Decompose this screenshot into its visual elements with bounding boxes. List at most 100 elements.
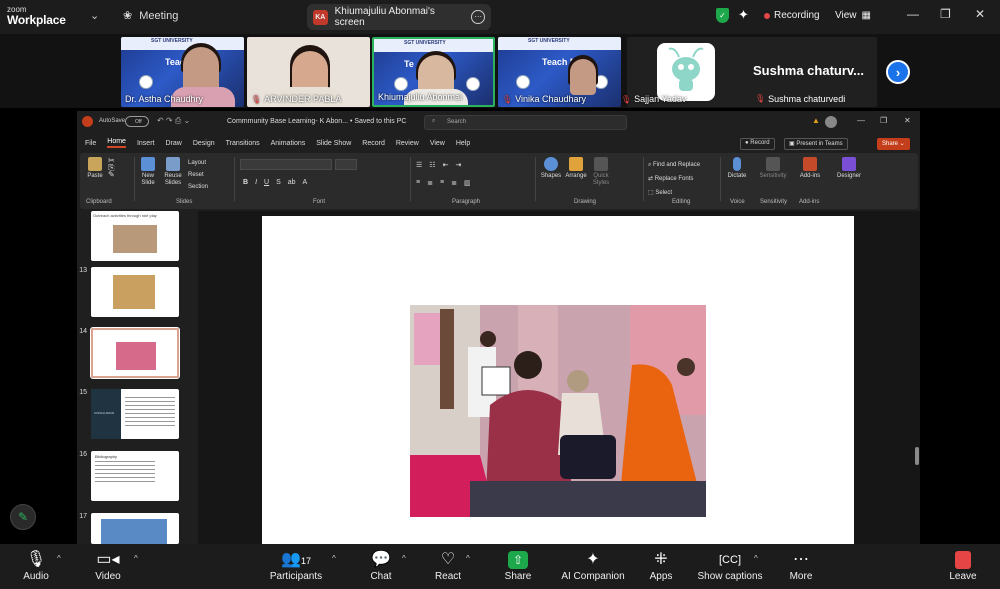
- participant-tile[interactable]: 🎙 ARVINDER PABLA: [247, 37, 370, 107]
- share-screen-button[interactable]: ⇧ Share: [502, 549, 534, 582]
- leave-door-icon: [955, 551, 971, 569]
- font-size-input[interactable]: [335, 159, 357, 170]
- align-buttons[interactable]: ≡ ≣ ≡ ≣ ▥: [416, 179, 471, 187]
- apps-button[interactable]: ⁜ Apps: [648, 549, 674, 582]
- slide-thumbnail[interactable]: CONCLUSION: [91, 389, 179, 439]
- tab-view[interactable]: View: [430, 140, 445, 147]
- slide-thumbnail-pane: Outreach activities through role play 13…: [77, 211, 197, 544]
- ppt-share-button[interactable]: Share ⌄: [877, 138, 910, 150]
- next-participants-button[interactable]: ›: [886, 60, 910, 84]
- video-button[interactable]: ▭◂ Video: [92, 549, 124, 582]
- participant-tile[interactable]: SGT UNIVERSITY Teach Dr. Astha Chaudhry: [121, 37, 244, 107]
- heart-icon: ♡: [440, 551, 456, 568]
- tab-review[interactable]: Review: [396, 140, 419, 147]
- ai-sparkle-icon: ✦: [586, 551, 600, 568]
- warning-icon[interactable]: ▲: [812, 116, 820, 125]
- participants-chevron-icon[interactable]: ^: [332, 554, 336, 563]
- restore-icon[interactable]: ❐: [940, 7, 951, 21]
- list-buttons[interactable]: ☰ ☷ ⇤ ⇥: [416, 161, 461, 169]
- close-icon[interactable]: ✕: [904, 116, 911, 125]
- microphone-icon: 🎙: [25, 551, 47, 568]
- record-button[interactable]: ● Record: [740, 138, 775, 150]
- meeting-menu[interactable]: ❀ Meeting: [123, 9, 178, 23]
- participant-tile-active[interactable]: SGT UNIVERSITY Te Khiumajuliu Abonmai: [372, 37, 495, 107]
- replace-fonts-button[interactable]: ⇄ Replace Fonts: [648, 172, 700, 186]
- layout-button[interactable]: Layout: [188, 157, 208, 169]
- new-slide-button[interactable]: New Slide: [137, 157, 159, 187]
- chat-button[interactable]: 💬 Chat: [366, 549, 396, 582]
- shapes-button[interactable]: Shapes: [540, 157, 562, 180]
- slide-thumbnail[interactable]: Outreach activities through role play: [91, 211, 179, 261]
- tab-draw[interactable]: Draw: [165, 140, 181, 147]
- minimize-icon[interactable]: —: [907, 7, 919, 21]
- more-options-icon[interactable]: ···: [471, 10, 485, 24]
- powerpoint-logo-icon: [82, 116, 93, 127]
- section-button[interactable]: Section: [188, 181, 208, 193]
- tab-file[interactable]: File: [85, 140, 96, 147]
- participants-button[interactable]: 👥17 Participants: [268, 549, 324, 582]
- tab-slide-show[interactable]: Slide Show: [316, 140, 351, 147]
- react-chevron-icon[interactable]: ^: [466, 554, 470, 563]
- more-button[interactable]: ⋯ More: [786, 549, 816, 582]
- autosave-toggle[interactable]: Off: [125, 116, 149, 127]
- dictate-button[interactable]: Dictate: [725, 157, 749, 180]
- screen-share-indicator[interactable]: KA Khiumajuliu Abonmai's screen ···: [307, 4, 491, 30]
- annotate-pen-icon[interactable]: ✎: [10, 504, 36, 530]
- audio-options-chevron-icon[interactable]: ^: [57, 554, 61, 563]
- add-ins-button[interactable]: Add-ins: [797, 157, 823, 180]
- select-button[interactable]: ⬚ Select: [648, 186, 700, 200]
- arrange-button[interactable]: Arrange: [565, 157, 587, 180]
- designer-button[interactable]: Designer: [834, 157, 864, 180]
- quick-styles-button[interactable]: Quick Styles: [590, 157, 612, 187]
- font-format-buttons[interactable]: B I U Sab A: [243, 179, 307, 186]
- tab-home[interactable]: Home: [107, 138, 126, 148]
- zoom-top-bar: zoom Workplace ⌄ ❀ Meeting KA Khiumajuli…: [0, 0, 1000, 34]
- present-in-teams-button[interactable]: ▣ Present in Teams: [784, 138, 848, 150]
- tab-help[interactable]: Help: [456, 140, 470, 147]
- captions-chevron-icon[interactable]: ^: [754, 554, 758, 563]
- slide-thumbnail[interactable]: [91, 513, 179, 544]
- chat-chevron-icon[interactable]: ^: [402, 554, 406, 563]
- mic-muted-icon: 🎙: [251, 94, 262, 104]
- view-menu-button[interactable]: View ▦: [835, 10, 871, 21]
- account-avatar[interactable]: [825, 116, 837, 128]
- paste-button[interactable]: Paste: [84, 157, 106, 180]
- current-slide[interactable]: [262, 216, 854, 544]
- tab-transitions[interactable]: Transitions: [226, 140, 260, 147]
- participant-avatar-image: [657, 43, 715, 101]
- ai-companion-button[interactable]: ✦ AI Companion: [560, 549, 626, 582]
- reuse-slides-button[interactable]: Reuse Slides: [162, 157, 184, 187]
- minimize-icon[interactable]: —: [857, 116, 865, 125]
- undo-icon[interactable]: ↶ ↷ ⎙ ⌄: [157, 116, 190, 126]
- font-name-input[interactable]: [240, 159, 332, 170]
- ai-sparkle-icon[interactable]: ✦: [738, 7, 749, 23]
- slide-thumbnail-selected[interactable]: [90, 327, 180, 379]
- tab-animations[interactable]: Animations: [271, 140, 306, 147]
- tab-design[interactable]: Design: [193, 140, 215, 147]
- zoom-logo: zoom Workplace: [7, 5, 66, 27]
- sensitivity-button[interactable]: Sensitivity: [758, 157, 788, 180]
- leave-button[interactable]: Leave: [948, 549, 978, 582]
- tab-record[interactable]: Record: [362, 140, 385, 147]
- close-icon[interactable]: ✕: [975, 7, 985, 21]
- search-icon: ⌕: [432, 118, 436, 124]
- slide-thumbnail[interactable]: Bibliography: [91, 451, 179, 501]
- ppt-search-input[interactable]: ⌕ Search: [424, 115, 627, 130]
- find-replace-button[interactable]: ⌕ Find and Replace: [648, 158, 700, 172]
- participant-tile[interactable]: SGT UNIVERSITY Teach Meet 🎙 Vinika Chaudh…: [498, 37, 621, 107]
- video-options-chevron-icon[interactable]: ^: [134, 554, 138, 563]
- react-button[interactable]: ♡ React: [433, 549, 463, 582]
- security-shield-icon[interactable]: ✓: [716, 8, 729, 23]
- slide-photo[interactable]: [410, 305, 706, 517]
- cut-copy-icons[interactable]: ✂ ⎘ ✎: [108, 157, 115, 179]
- slide-thumbnail[interactable]: [91, 267, 179, 317]
- document-title[interactable]: Commmunity Base Learning- K Abon... • Sa…: [227, 118, 406, 125]
- chevron-down-icon[interactable]: ⌄: [90, 9, 99, 22]
- reset-button[interactable]: Reset: [188, 169, 208, 181]
- restore-icon[interactable]: ❐: [880, 116, 887, 125]
- participant-tile-avatar[interactable]: 🎙 Sajjan Yadav Sushma chaturv... 🎙 Sushma …: [621, 37, 877, 107]
- tab-insert[interactable]: Insert: [137, 140, 155, 147]
- audio-button[interactable]: 🎙 Audio: [20, 549, 52, 582]
- recording-indicator[interactable]: Recording: [764, 10, 820, 21]
- slide-scrollbar[interactable]: [915, 447, 919, 465]
